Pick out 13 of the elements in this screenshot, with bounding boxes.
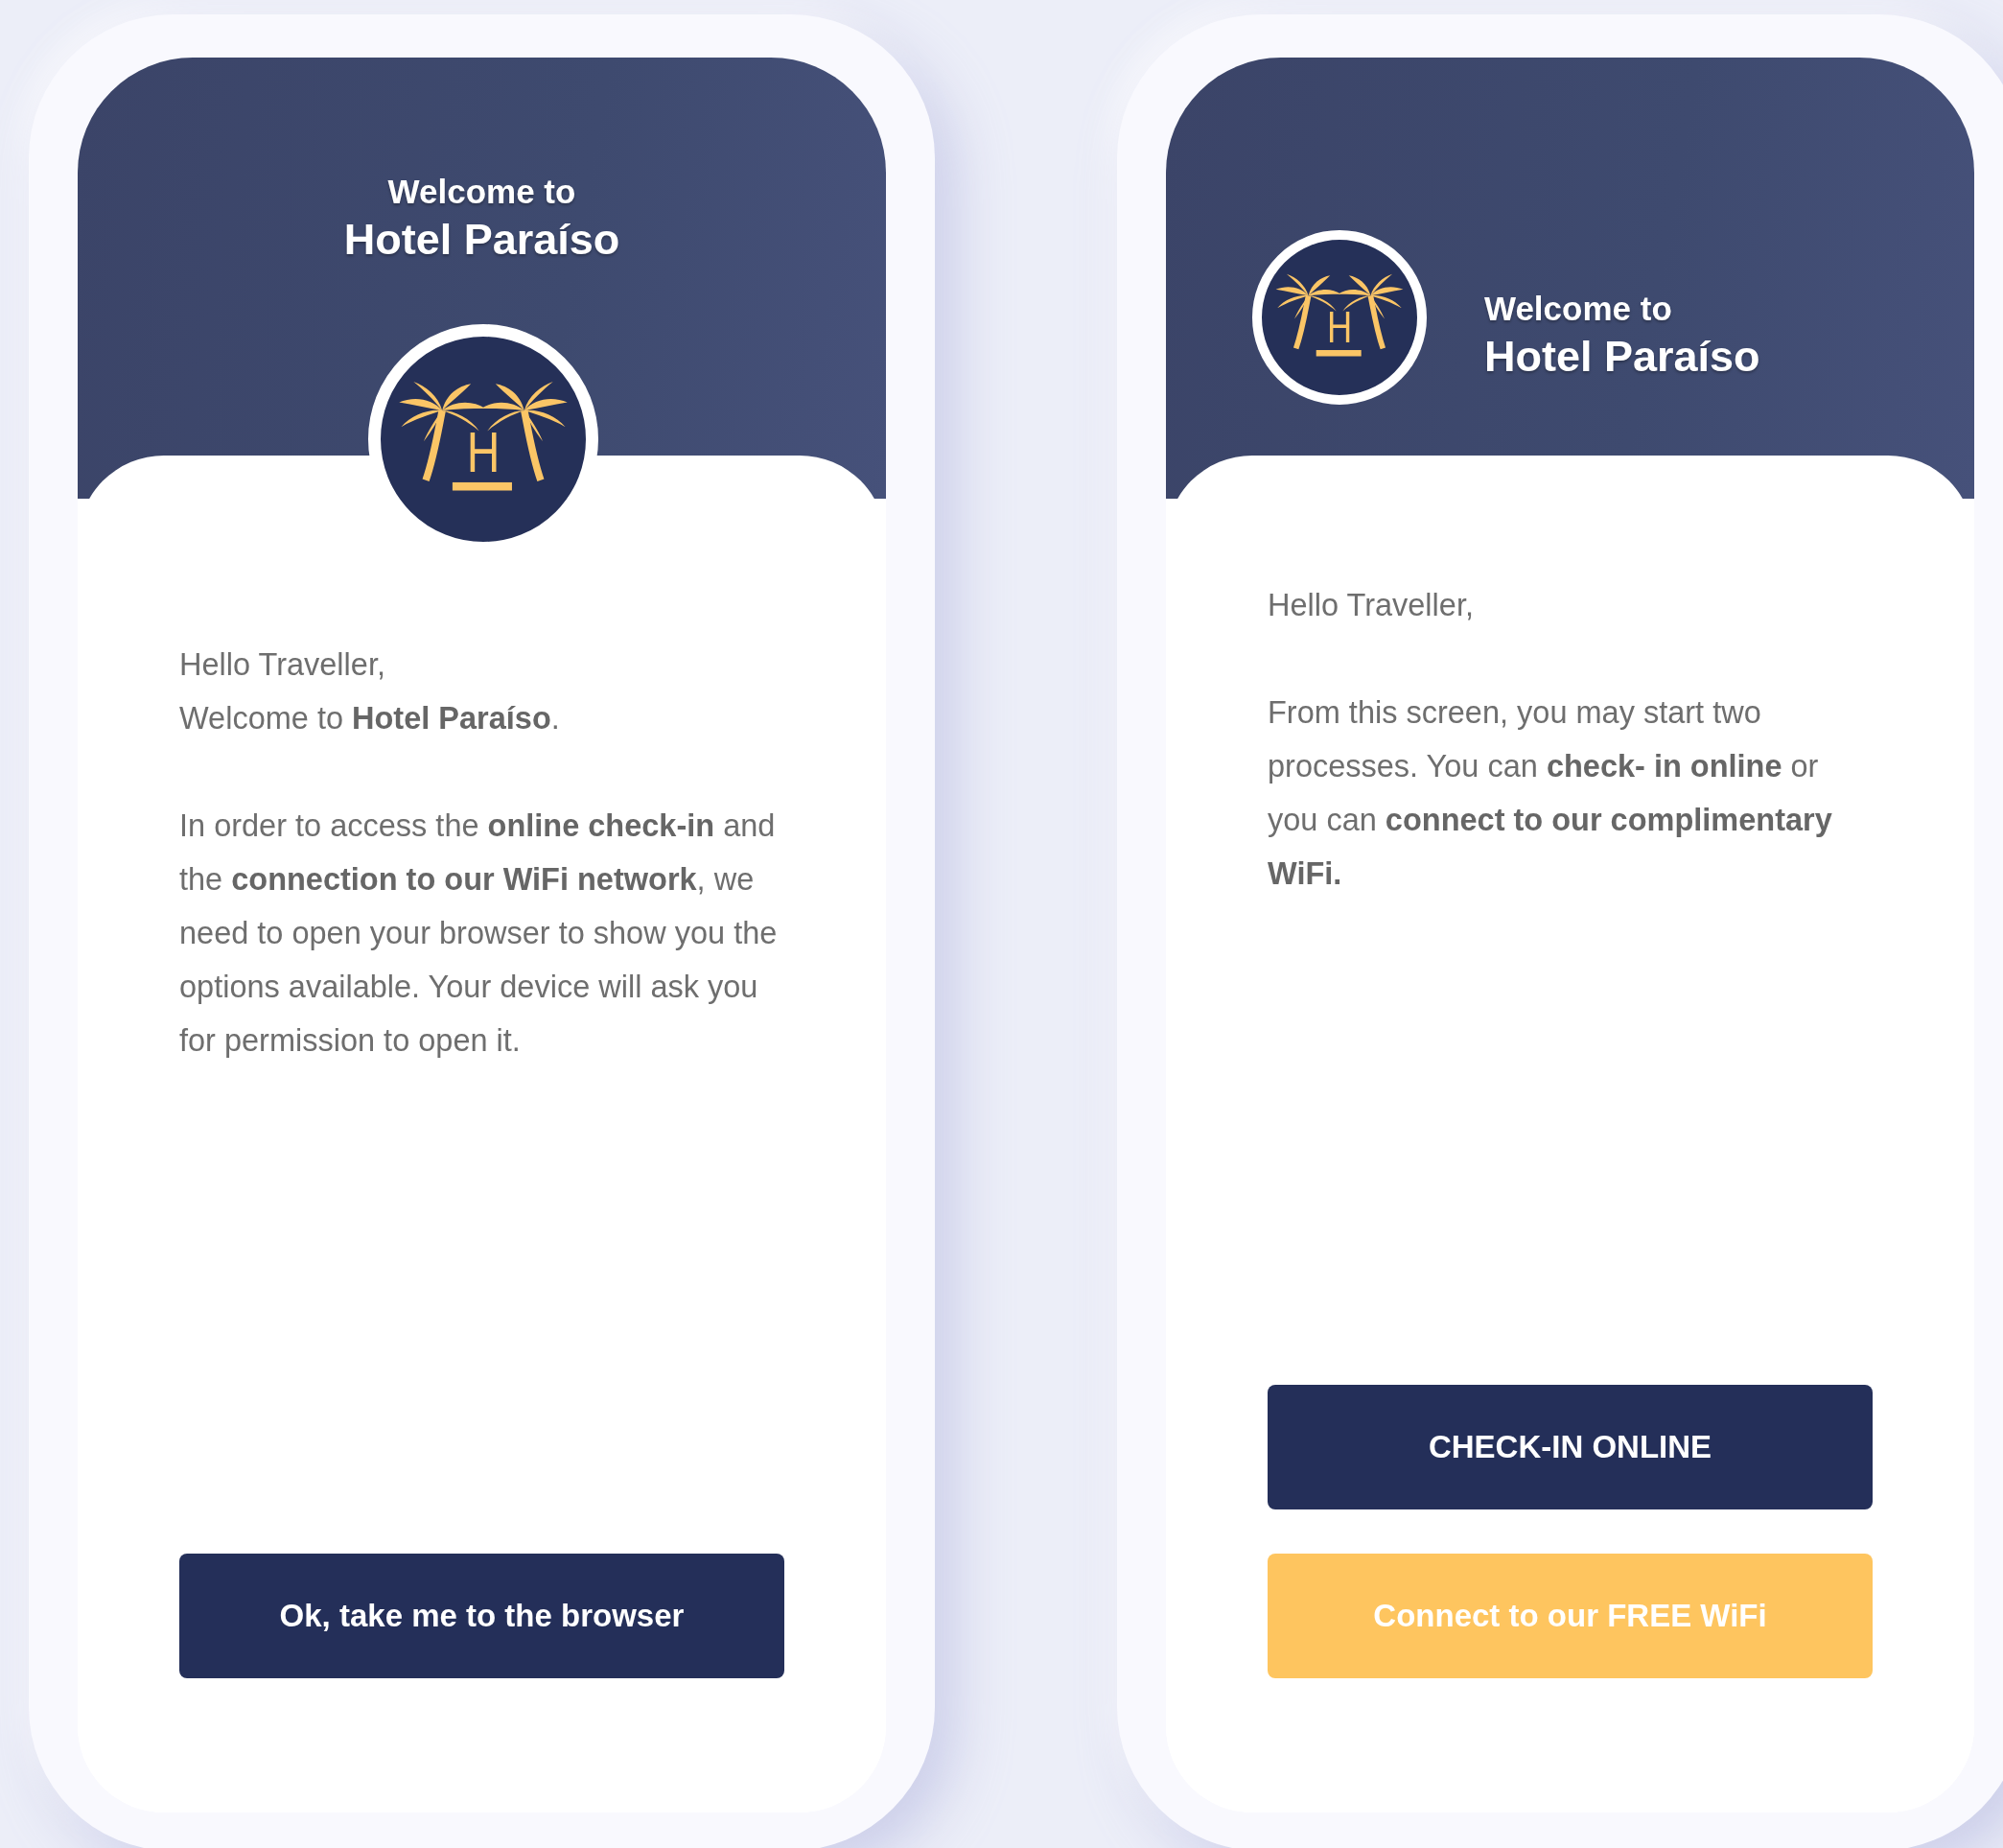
body-text: In order to access the online check-in and the connection to our WiFi network, we need to open your browser to show you the options available. Your device will ask you for permission to open it. [179, 807, 779, 1060]
primary-button[interactable]: CHECK-IN ONLINE [1268, 1385, 1873, 1509]
logo-letter: H [1326, 303, 1353, 352]
body-text: Welcome to Hotel Paraíso. [179, 700, 561, 737]
hotel-name: Hotel Paraíso [343, 214, 620, 266]
hotel-name: Hotel Paraíso [1484, 331, 1760, 383]
body-text: Hello Traveller, [179, 646, 386, 684]
body-text: From this screen, you may start two processes. You can check- in online or you can connect to our complimentary WiFi. [1268, 694, 1833, 893]
welcome-text: Welcome to [387, 172, 576, 212]
welcome-text: Welcome to [1484, 289, 1673, 329]
logo-letter: H [466, 420, 501, 484]
primary-button[interactable]: Ok, take me to the browser [179, 1554, 784, 1678]
body-text: Hello Traveller, [1268, 587, 1475, 624]
